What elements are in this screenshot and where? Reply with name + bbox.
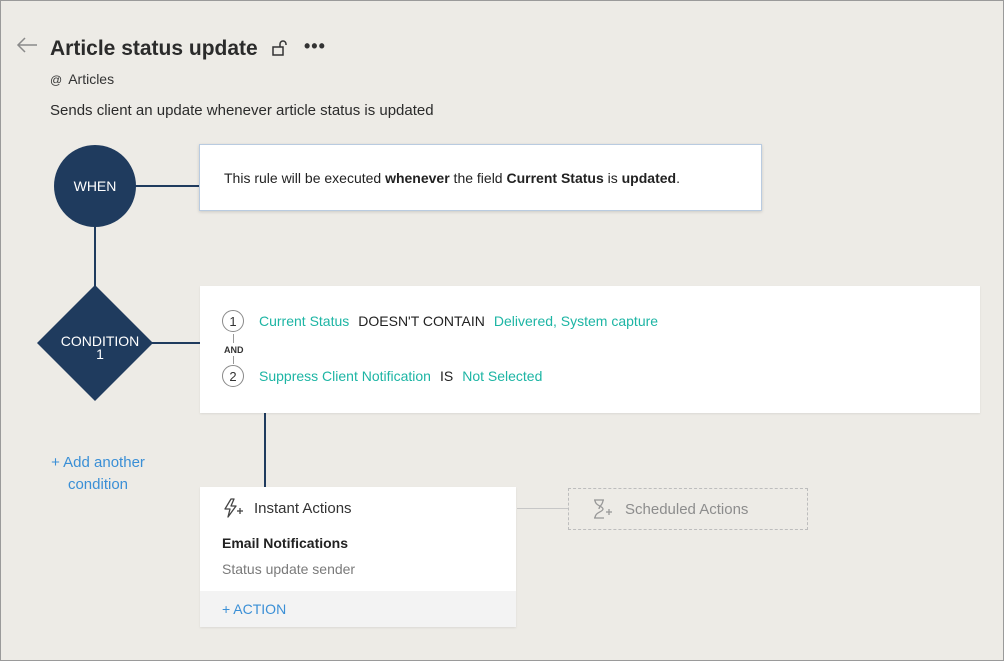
criteria-number: 1 [222, 310, 244, 332]
and-connector [233, 334, 234, 343]
arrow-left-icon[interactable] [15, 35, 39, 55]
criteria-number: 2 [222, 365, 244, 387]
criteria-row-1[interactable]: 1 Current Status DOESN'T CONTAIN Deliver… [222, 310, 658, 332]
module-label: @ Articles [50, 71, 114, 87]
criteria-field[interactable]: Current Status [259, 313, 349, 329]
at-icon: @ [50, 73, 63, 87]
scheduled-actions-title: Scheduled Actions [625, 500, 749, 518]
email-notification-item[interactable]: Status update sender [222, 561, 355, 577]
scheduled-actions-button[interactable]: Scheduled Actions [568, 488, 808, 530]
criteria-operator: DOESN'T CONTAIN [358, 313, 485, 329]
lightning-plus-icon [224, 498, 243, 518]
when-text: This rule will be executed whenever the … [224, 169, 680, 186]
and-label: AND [224, 345, 244, 355]
action-connector [264, 412, 266, 488]
criteria-value[interactable]: Not Selected [462, 368, 542, 384]
and-connector [233, 356, 234, 364]
scheduled-connector [517, 508, 568, 509]
rule-description: Sends client an update whenever article … [50, 102, 434, 119]
add-condition-link[interactable]: + Add another condition [45, 452, 151, 496]
criteria-row-2[interactable]: 2 Suppress Client Notification IS Not Se… [222, 365, 542, 387]
condition-criteria-box: 1 Current Status DOESN'T CONTAIN Deliver… [200, 286, 980, 413]
instant-actions-title: Instant Actions [254, 499, 352, 517]
instant-actions-box: Instant Actions Email Notifications Stat… [200, 487, 516, 627]
hourglass-plus-icon [594, 499, 612, 519]
criteria-value[interactable]: Delivered, System capture [494, 313, 658, 329]
module-name: Articles [68, 71, 115, 87]
criteria-field[interactable]: Suppress Client Notification [259, 368, 431, 384]
page-title: Article status update [50, 37, 258, 60]
unlock-icon[interactable] [271, 39, 289, 57]
email-notifications-title: Email Notifications [222, 535, 349, 551]
instant-actions-header: Instant Actions [222, 497, 352, 519]
when-trigger-box[interactable]: This rule will be executed whenever the … [199, 144, 762, 211]
workflow-rule-page: Article status update ••• @ Articles Send… [0, 0, 1004, 661]
criteria-operator: IS [439, 368, 454, 384]
when-connector [135, 185, 199, 187]
condition-label: CONDITION 1 [60, 333, 140, 362]
when-node: WHEN [54, 145, 136, 227]
flow-line-vertical [94, 225, 96, 287]
more-options-button[interactable]: ••• [304, 37, 326, 55]
add-action-button[interactable]: + ACTION [200, 591, 516, 627]
